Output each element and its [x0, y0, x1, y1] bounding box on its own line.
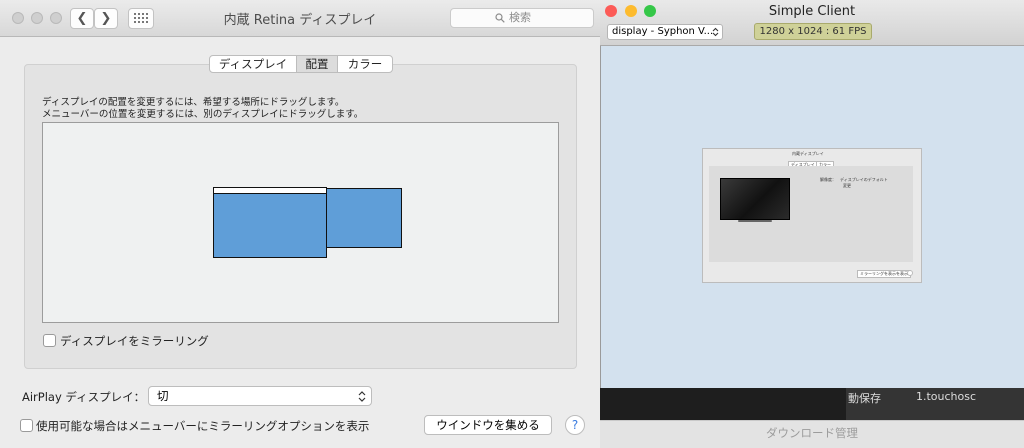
- tab-arrangement[interactable]: 配置: [296, 55, 338, 73]
- chevron-right-icon: ❯: [100, 11, 112, 26]
- zoom-button[interactable]: [50, 12, 62, 24]
- preview-title: 内蔵ディスプレイ: [792, 151, 824, 156]
- client-window-title: Simple Client: [768, 4, 856, 19]
- back-button[interactable]: ❮: [70, 8, 94, 29]
- chevron-updown-icon: [358, 391, 366, 402]
- display-thumbnail-icon: [720, 178, 790, 220]
- tab-display[interactable]: ディスプレイ: [209, 55, 297, 73]
- preview-button: ミラーリングを表示を表示: [857, 270, 911, 278]
- preview-resolution-label: 解像度：: [820, 177, 836, 182]
- tab-color[interactable]: カラー: [337, 55, 393, 73]
- help-button[interactable]: ?: [565, 415, 585, 435]
- airplay-label: AirPlay ディスプレイ：: [22, 390, 146, 404]
- airplay-select-value: 切: [157, 389, 169, 403]
- chevron-left-icon: ❮: [76, 11, 88, 26]
- window-title: 内蔵 Retina ディスプレイ: [223, 13, 377, 28]
- source-select-value: display - Syphon V...: [612, 26, 714, 37]
- search-icon: [495, 13, 505, 23]
- background-tab-autosave[interactable]: 動保存: [848, 390, 881, 406]
- preview-help-icon: [907, 270, 913, 276]
- show-all-button[interactable]: [128, 8, 154, 29]
- close-button[interactable]: [12, 12, 24, 24]
- secondary-display-thumbnail[interactable]: [326, 188, 402, 248]
- airplay-display-select[interactable]: 切: [148, 386, 372, 406]
- search-field[interactable]: 検索: [450, 8, 594, 28]
- show-mirroring-options-checkbox[interactable]: [20, 419, 33, 432]
- show-mirroring-options-label: 使用可能な場合はメニューバーにミラーリングオプションを表示: [36, 419, 370, 433]
- main-display-thumbnail[interactable]: [213, 187, 327, 258]
- download-manager-label[interactable]: ダウンロード管理: [600, 425, 1024, 441]
- gather-windows-button[interactable]: ウインドウを集める: [424, 415, 552, 435]
- display-stand-icon: [738, 220, 772, 222]
- minimize-button[interactable]: [31, 12, 43, 24]
- syphon-source-select[interactable]: display - Syphon V...: [607, 24, 723, 40]
- chevron-updown-icon: [712, 27, 719, 37]
- menu-bar-indicator[interactable]: [214, 188, 326, 194]
- fps-readout: 1280 x 1024 : 61 FPS: [754, 23, 872, 40]
- search-placeholder: 検索: [509, 11, 531, 24]
- mirror-displays-label: ディスプレイをミラーリング: [60, 334, 209, 348]
- help-icon: ?: [571, 418, 579, 432]
- forward-button[interactable]: ❯: [94, 8, 118, 29]
- grid-icon: [134, 13, 148, 23]
- background-tab-touchosc[interactable]: 1.touchosc: [916, 390, 976, 403]
- instruction-line-2: メニューバーの位置を変更するには、別のディスプレイにドラッグします。: [42, 109, 364, 120]
- mirror-displays-checkbox[interactable]: [43, 334, 56, 347]
- preview-scaled-option: 変更: [843, 183, 851, 188]
